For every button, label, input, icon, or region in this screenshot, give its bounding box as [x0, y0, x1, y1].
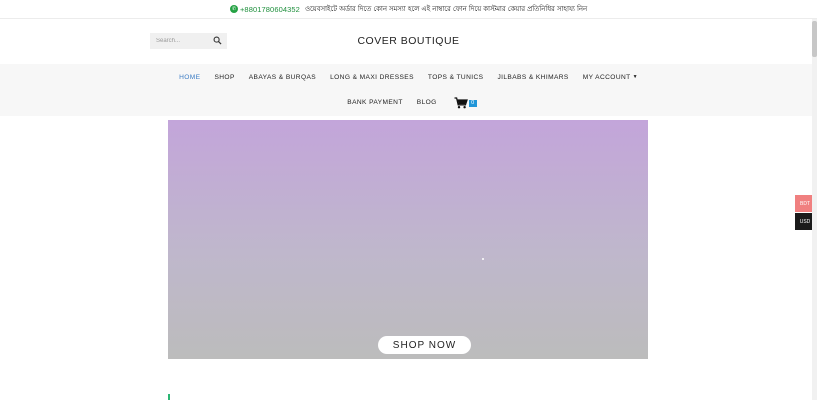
hero-banner: SHOP NOW [168, 120, 648, 359]
nav-item-home[interactable]: HOME [179, 72, 200, 82]
phone-number[interactable]: +8801780604352 [240, 5, 300, 14]
search-box[interactable] [150, 33, 227, 49]
cart-count-badge: 0 [468, 99, 477, 107]
nav-item-my-account[interactable]: MY ACCOUNT ▼ [583, 72, 638, 82]
scrollbar-track[interactable] [812, 19, 817, 400]
cart-icon [454, 97, 468, 109]
shop-now-button[interactable]: SHOP NOW [378, 336, 471, 354]
nav-item-blog[interactable]: BLOG [417, 97, 437, 107]
search-icon[interactable] [213, 36, 222, 45]
nav-item-my-account-label: MY ACCOUNT [582, 73, 631, 81]
main-navigation: HOME SHOP ABAYAS & BURQAS LONG & MAXI DR… [0, 64, 817, 116]
search-input[interactable] [150, 38, 210, 44]
nav-item-shop[interactable]: SHOP [214, 72, 234, 82]
whatsapp-icon: ✆ [229, 5, 238, 13]
nav-item-abayas-burqas[interactable]: ABAYAS & BURQAS [249, 72, 316, 82]
slider-dot [482, 258, 484, 260]
nav-item-bank-payment[interactable]: BANK PAYMENT [347, 97, 402, 107]
scrollbar-thumb[interactable] [812, 21, 817, 57]
site-logo[interactable]: COVER BOUTIQUE [300, 35, 517, 47]
chevron-down-icon: ▼ [632, 74, 638, 80]
top-announcement-bar: ✆ +8801780604352 ওয়েবসাইটে অর্ডার দিতে … [0, 0, 817, 19]
section-marker [168, 394, 170, 400]
support-notice: ওয়েবসাইটে অর্ডার দিতে কোন সমস্যা হলে এই… [304, 5, 588, 13]
nav-item-long-maxi-dresses[interactable]: LONG & MAXI DRESSES [330, 72, 414, 82]
nav-item-tops-tunics[interactable]: TOPS & TUNICS [428, 72, 484, 82]
cart-button[interactable]: 0 [454, 97, 477, 109]
nav-row-secondary: BANK PAYMENT BLOG 0 [0, 97, 817, 109]
site-header: COVER BOUTIQUE [0, 19, 817, 64]
nav-item-jilbabs-khimars[interactable]: JILBABS & KHIMARS [497, 72, 568, 82]
nav-row-primary: HOME SHOP ABAYAS & BURQAS LONG & MAXI DR… [0, 72, 817, 82]
